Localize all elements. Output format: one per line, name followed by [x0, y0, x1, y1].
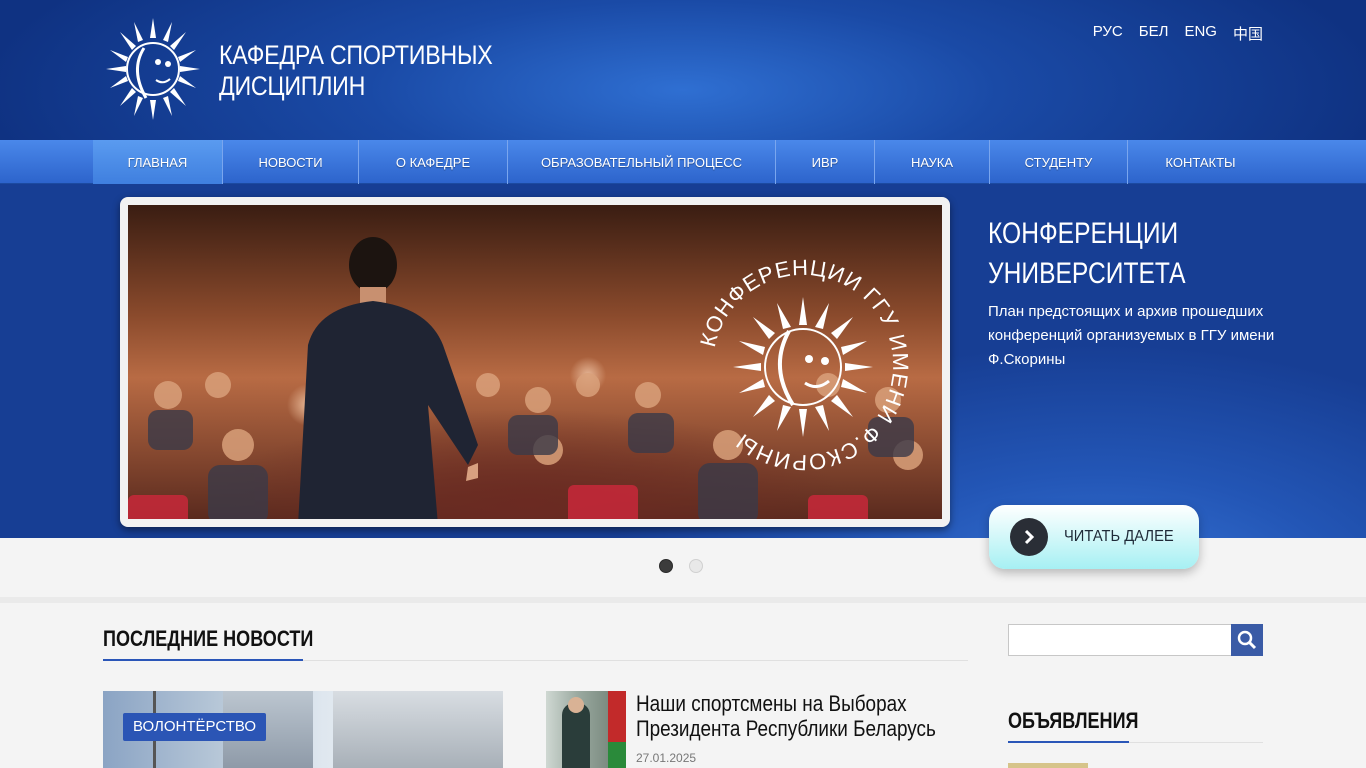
nav-item-student[interactable]: СТУДЕНТУ: [990, 140, 1128, 184]
nav-item-about[interactable]: О КАФЕДРЕ: [359, 140, 508, 184]
announcements-section-title: ОБЪЯВЛЕНИЯ: [1008, 708, 1139, 733]
site-title[interactable]: КАФЕДРА СПОРТИВНЫХ ДИСЦИПЛИН: [219, 40, 493, 102]
read-more-label: ЧИТАТЬ ДАЛЕЕ: [1064, 528, 1174, 545]
image-detail: [568, 697, 584, 713]
seal-text: КОНФЕРЕНЦИИ ГГУ ИМЕНИ Ф.СКОРИНЫ: [695, 255, 912, 475]
svg-text:КОНФЕРЕНЦИИ ГГУ ИМЕНИ Ф.СКОРИН: КОНФЕРЕНЦИИ ГГУ ИМЕНИ Ф.СКОРИНЫ: [695, 255, 913, 475]
nav-item-home[interactable]: ГЛАВНАЯ: [93, 140, 223, 184]
lang-be[interactable]: БЕЛ: [1139, 23, 1169, 44]
site-title-line: ДИСЦИПЛИН: [219, 71, 366, 101]
slider-pagination: [659, 559, 703, 573]
main-nav: ГЛАВНАЯ НОВОСТИ О КАФЕДРЕ ОБРАЗОВАТЕЛЬНЫ…: [0, 140, 1366, 184]
news-headline-line: Президента Республики Беларусь: [636, 716, 936, 741]
section-underline: [103, 659, 303, 661]
site-title-line: КАФЕДРА СПОРТИВНЫХ: [219, 40, 493, 70]
chevron-right-icon: [1010, 518, 1048, 556]
slider-dot-2[interactable]: [689, 559, 703, 573]
read-more-button[interactable]: ЧИТАТЬ ДАЛЕЕ: [989, 505, 1199, 569]
search-input[interactable]: [1008, 624, 1232, 656]
lang-ru[interactable]: РУС: [1093, 23, 1123, 44]
site-header: КАФЕДРА СПОРТИВНЫХ ДИСЦИПЛИН РУС БЕЛ ENG…: [0, 0, 1366, 140]
image-detail: [608, 691, 626, 768]
news-thumbnail[interactable]: [546, 691, 626, 768]
section-rule: [303, 660, 968, 661]
hero-title-line: УНИВЕРСИТЕТА: [988, 257, 1186, 290]
divider: [0, 597, 1366, 603]
nav-item-news[interactable]: НОВОСТИ: [223, 140, 359, 184]
slide-image-frame[interactable]: КОНФЕРЕНЦИИ ГГУ ИМЕНИ Ф.СКОРИНЫ: [120, 197, 950, 527]
nav-item-education[interactable]: ОБРАЗОВАТЕЛЬНЫЙ ПРОЦЕСС: [508, 140, 776, 184]
sun-face-logo-icon[interactable]: [106, 18, 200, 120]
search-icon: [1237, 630, 1257, 650]
speaker-illustration: [298, 237, 478, 519]
hero-title-line: КОНФЕРЕНЦИИ: [988, 217, 1179, 250]
slide-photo: КОНФЕРЕНЦИИ ГГУ ИМЕНИ Ф.СКОРИНЫ: [128, 205, 942, 519]
language-switcher: РУС БЕЛ ENG 中国: [1093, 23, 1263, 44]
news-headline-line: Наши спортсмены на Выборах: [636, 691, 907, 716]
lang-zh[interactable]: 中国: [1233, 23, 1263, 44]
nav-item-science[interactable]: НАУКА: [875, 140, 990, 184]
nav-item-ivr[interactable]: ИВР: [776, 140, 875, 184]
announcement-thumbnail[interactable]: [1008, 763, 1088, 768]
news-section-title: ПОСЛЕДНИЕ НОВОСТИ: [103, 626, 314, 651]
section-underline: [1008, 741, 1129, 743]
hero-title: КОНФЕРЕНЦИИ УНИВЕРСИТЕТА: [988, 214, 1186, 294]
hero-description: План предстоящих и архив прошедших конфе…: [988, 303, 1275, 368]
search-button[interactable]: [1231, 624, 1263, 656]
news-headline-link[interactable]: Наши спортсмены на Выборах Президента Ре…: [636, 691, 936, 741]
section-rule: [1129, 742, 1263, 743]
news-date: 27.01.2025: [636, 751, 697, 765]
conference-seal-icon: КОНФЕРЕНЦИИ ГГУ ИМЕНИ Ф.СКОРИНЫ: [695, 255, 913, 475]
nav-item-contacts[interactable]: КОНТАКТЫ: [1128, 140, 1273, 184]
news-category-tag[interactable]: ВОЛОНТЁРСТВО: [123, 713, 267, 741]
image-detail: [333, 691, 503, 768]
slider-dot-1[interactable]: [659, 559, 673, 573]
lang-en[interactable]: ENG: [1184, 23, 1217, 44]
